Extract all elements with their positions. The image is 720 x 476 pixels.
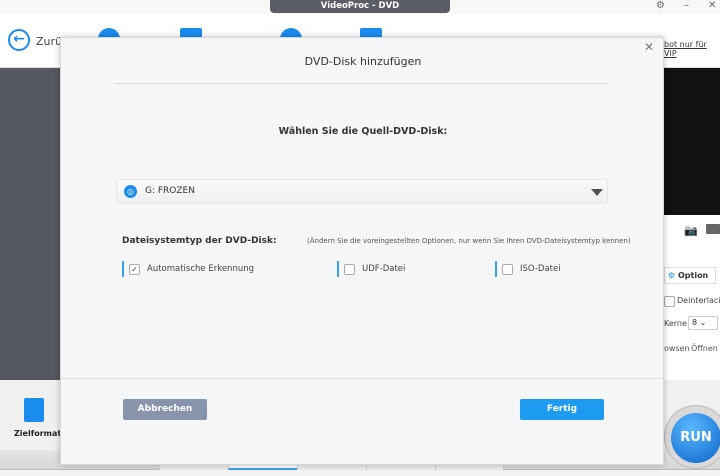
filesystem-label: Dateisystemtyp der DVD-Disk:: [122, 236, 277, 246]
divider: [61, 378, 665, 379]
kerne-select[interactable]: 8 ⌄: [688, 316, 718, 330]
target-format-icon[interactable]: [24, 398, 44, 422]
option-label: UDF-Datei: [362, 264, 406, 274]
filesystem-hint: (Ändern Sie die voreingestellten Optione…: [307, 237, 631, 245]
dialog-title: DVD-Disk hinzufügen: [304, 55, 422, 68]
cancel-button[interactable]: Abbrechen: [123, 399, 207, 420]
add-dvd-dialog: DVD-Disk hinzufügen ✕ Wählen Sie die Que…: [60, 37, 665, 465]
deinterlacing-label: Deinterlacing: [677, 296, 720, 305]
camera-icon[interactable]: 📷: [684, 224, 698, 237]
dropdown-arrow-icon[interactable]: [591, 189, 603, 196]
back-arrow-icon[interactable]: ←: [8, 29, 30, 51]
kerne-value: 8: [692, 318, 698, 327]
source-prompt: Wählen Sie die Quell-DVD-Disk:: [278, 126, 448, 137]
run-button[interactable]: RUN: [671, 413, 720, 463]
option-label: Option: [677, 271, 709, 280]
option-iso[interactable]: ISO-Datei: [495, 261, 561, 277]
file-list-area: [0, 68, 60, 380]
checkbox[interactable]: [502, 263, 513, 275]
folder-icon[interactable]: [706, 224, 720, 234]
checkbox: [664, 296, 675, 307]
option-label: ISO-Datei: [520, 264, 561, 274]
settings-panel: 📷 ⚙ Option Deinterlacing Kerne 8 ⌄ owsen…: [664, 215, 720, 380]
disc-icon: ◎: [124, 185, 137, 198]
app-title: VideoProc - DVD: [270, 0, 450, 13]
option-label: Automatische Erkennung: [147, 264, 254, 274]
divider: [114, 83, 609, 84]
option-udf[interactable]: UDF-Datei: [337, 261, 405, 277]
close-icon[interactable]: ✕: [708, 0, 716, 11]
checkbox-checked[interactable]: ✓: [129, 263, 140, 275]
close-icon[interactable]: ✕: [644, 40, 654, 54]
kerne-label: Kerne: [664, 319, 687, 328]
dvd-disc-select[interactable]: ◎ G: FROZEN: [116, 179, 608, 204]
browse-button[interactable]: owsen: [664, 344, 690, 353]
preview-player: [664, 68, 720, 215]
deinterlacing-checkbox[interactable]: Deinterlacing: [664, 296, 720, 307]
minimize-icon[interactable]: –: [684, 0, 689, 11]
option-auto-detect[interactable]: ✓ Automatische Erkennung: [122, 261, 254, 277]
target-format-label[interactable]: Zielformat: [14, 429, 61, 438]
option-button[interactable]: ⚙ Option: [664, 267, 716, 284]
open-button[interactable]: Öffnen: [691, 344, 718, 353]
gear-icon[interactable]: ⚙: [656, 0, 665, 11]
done-button[interactable]: Fertig: [520, 399, 604, 420]
checkbox[interactable]: [344, 263, 355, 275]
gear-icon: ⚙: [668, 271, 676, 280]
disc-value: G: FROZEN: [145, 186, 195, 196]
vip-link[interactable]: bot nur für VIP: [664, 40, 720, 58]
